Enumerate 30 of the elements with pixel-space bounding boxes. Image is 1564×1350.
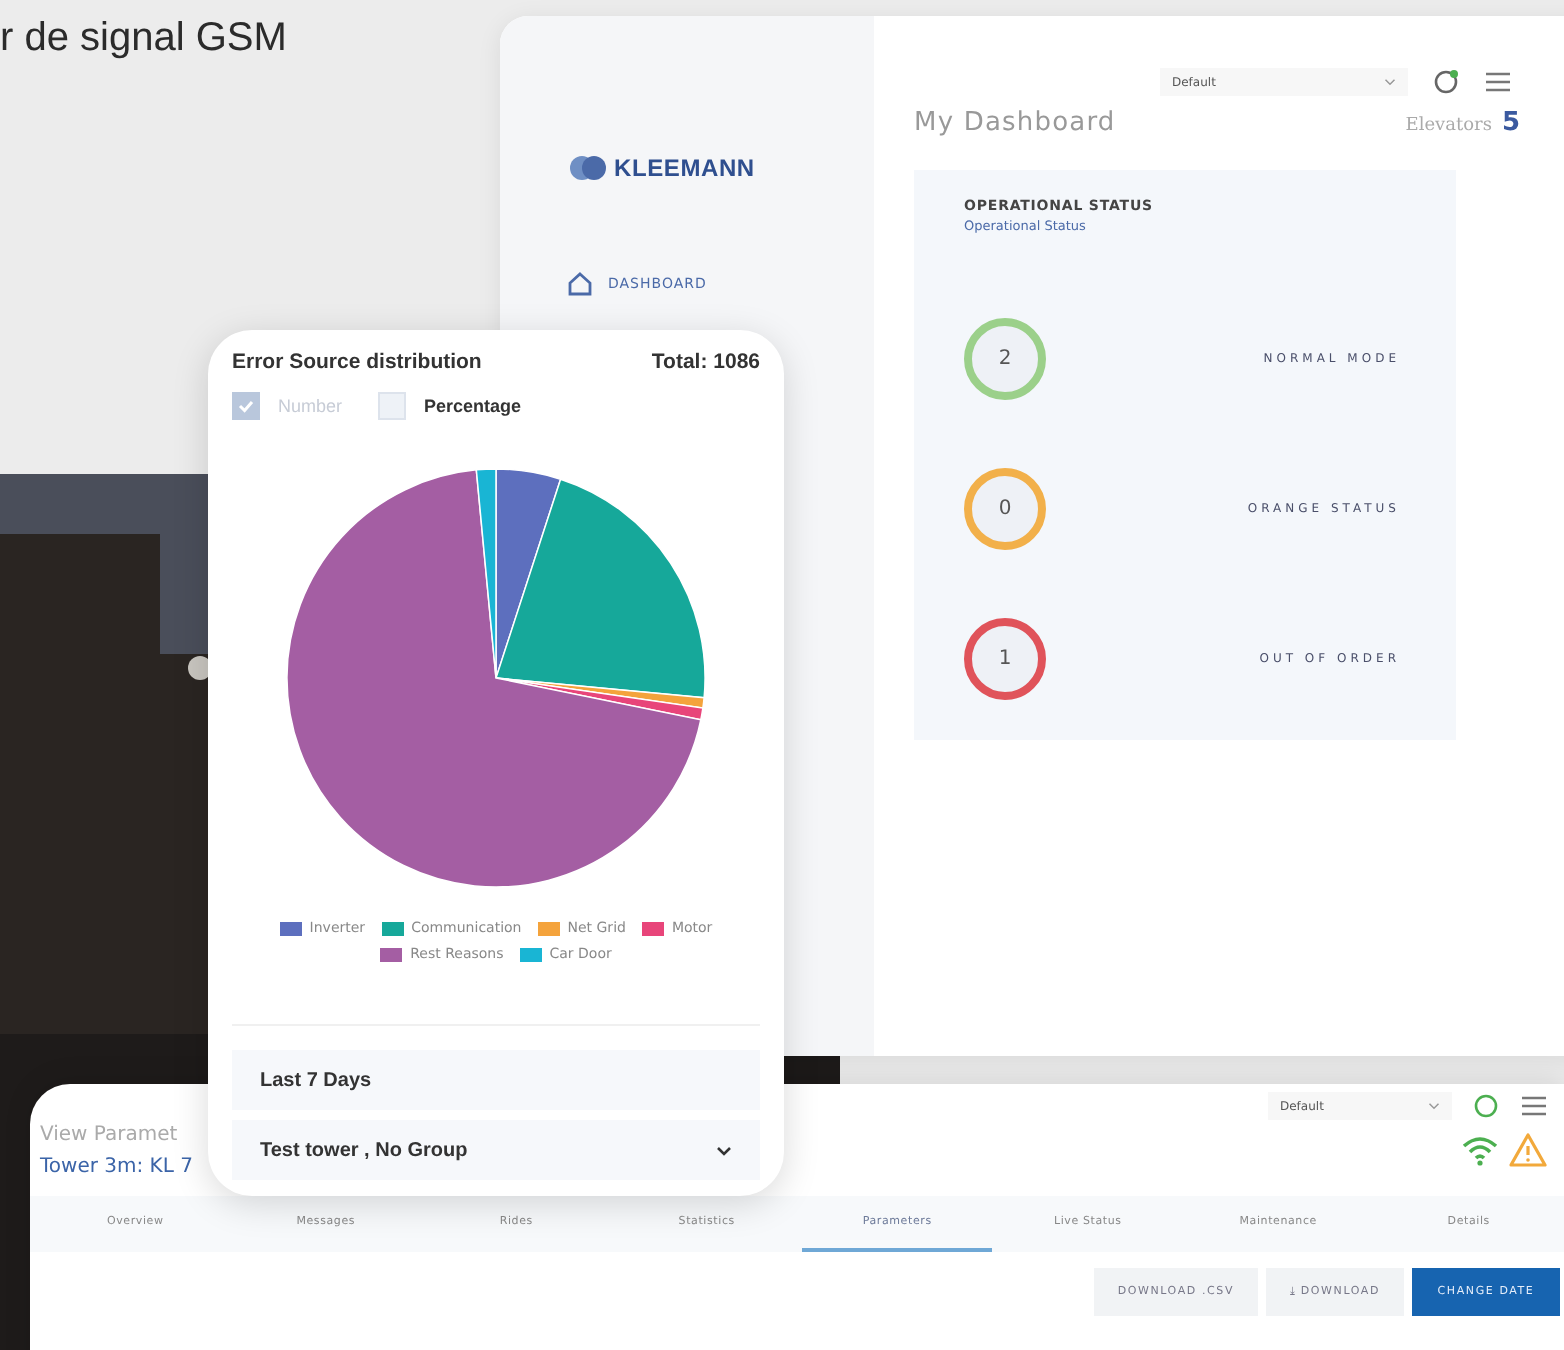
group-select[interactable]: Test tower , No Group	[232, 1120, 760, 1180]
chevron-down-icon	[1384, 78, 1396, 86]
logo-text: KLEEMANN	[614, 154, 755, 182]
chart-title: Error Source distribution	[232, 350, 482, 374]
warning-icon	[1508, 1132, 1548, 1168]
elevators-label: Elevators	[1405, 116, 1492, 136]
checkbox[interactable]	[232, 392, 260, 420]
checkbox[interactable]	[378, 392, 407, 420]
menu-icon[interactable]	[1520, 1094, 1548, 1118]
status-count: 0	[964, 468, 1046, 550]
view-title: View Paramet	[40, 1124, 180, 1146]
wifi-icon	[1460, 1134, 1500, 1166]
chart-total: Total: 1086	[651, 350, 760, 374]
elevators-count: 5	[1501, 108, 1520, 138]
chevron-down-icon	[1428, 1102, 1440, 1110]
caption-text: r de signal GSM	[0, 16, 287, 62]
check-icon	[236, 396, 256, 416]
chevron-down-icon	[716, 1145, 732, 1155]
checkbox-label: Percentage	[424, 396, 522, 416]
logo-icon	[568, 152, 608, 184]
refresh-icon[interactable]	[1472, 1092, 1500, 1120]
tower-name: Tower 3m: KL 7	[40, 1156, 193, 1178]
checkbox-label: Number	[278, 396, 343, 416]
home-icon	[568, 272, 592, 296]
dashboard-title: My Dashboard	[914, 108, 1116, 138]
refresh-icon[interactable]	[1432, 68, 1460, 96]
period-field[interactable]: Last 7 Days	[232, 1050, 760, 1110]
status-count: 2	[964, 318, 1046, 400]
status-count: 1	[964, 618, 1046, 700]
menu-icon[interactable]	[1484, 70, 1512, 94]
